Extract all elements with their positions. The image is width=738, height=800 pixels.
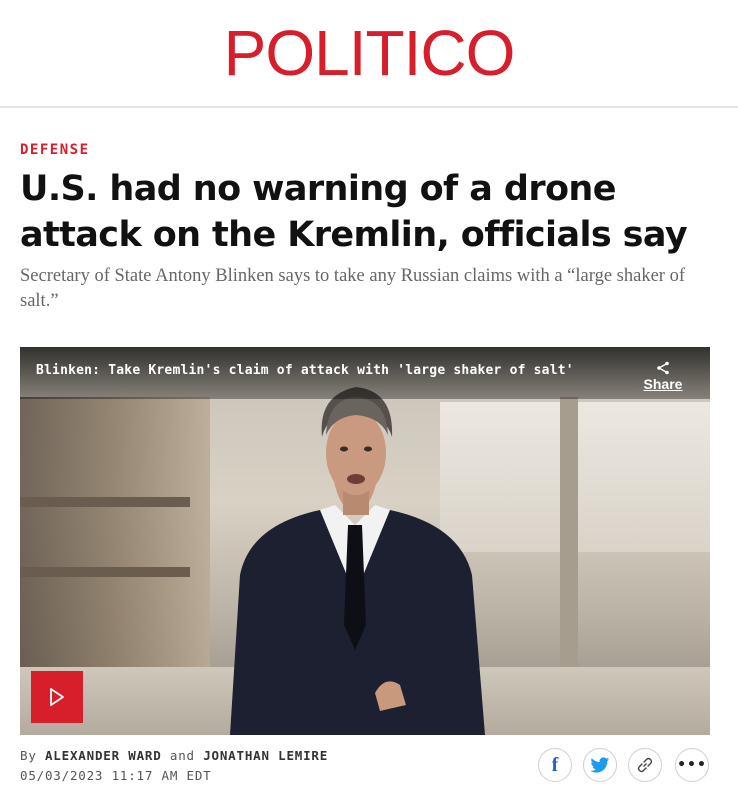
byline-prefix: By [20, 748, 37, 763]
video-background-pillar [560, 397, 578, 697]
facebook-icon: f [551, 754, 559, 776]
play-button[interactable] [31, 671, 83, 723]
video-shelf [20, 567, 190, 577]
video-player[interactable]: Blinken: Take Kremlin's claim of attack … [20, 347, 710, 735]
article-dek: Secretary of State Antony Blinken says t… [20, 266, 685, 311]
link-icon [637, 757, 653, 773]
video-title: Blinken: Take Kremlin's claim of attack … [36, 363, 574, 378]
copy-link-button[interactable] [628, 748, 662, 782]
section-label[interactable]: DEFENSE [20, 142, 90, 158]
share-icon [657, 361, 669, 375]
politico-logo[interactable]: POLITICO [0, 18, 738, 88]
video-thumbnail-person [230, 387, 485, 735]
twitter-icon [590, 756, 610, 773]
video-shelf [20, 497, 190, 507]
more-share-button[interactable]: ••• [675, 748, 709, 782]
video-title-bar: Blinken: Take Kremlin's claim of attack … [20, 347, 710, 399]
publish-date: 05/03/2023 11:17 AM EDT [20, 768, 212, 783]
article-headline: U.S. had no warning of a drone attack on… [20, 169, 688, 255]
facebook-share-button[interactable]: f [538, 748, 572, 782]
play-icon [50, 688, 64, 706]
byline-conjunction: and [169, 748, 195, 763]
share-label: Share [643, 376, 683, 392]
byline: By ALEXANDER WARD and JONATHAN LEMIRE [20, 748, 328, 763]
masthead: POLITICO [0, 0, 738, 108]
author-link[interactable]: JONATHAN LEMIRE [203, 748, 328, 763]
twitter-share-button[interactable] [583, 748, 617, 782]
author-link[interactable]: ALEXANDER WARD [45, 748, 162, 763]
more-icon: ••• [677, 757, 707, 773]
share-button[interactable]: Share [638, 361, 688, 392]
